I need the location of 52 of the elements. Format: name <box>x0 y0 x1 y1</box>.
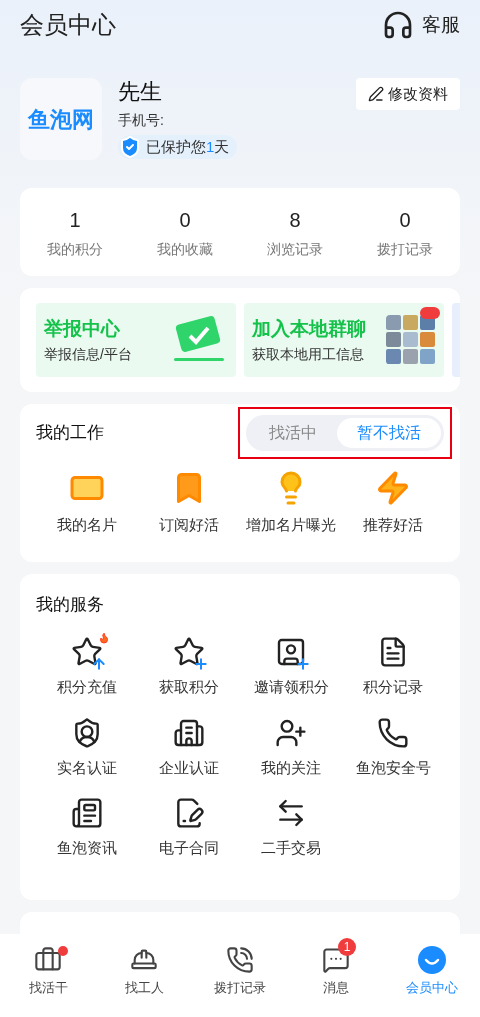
banner-title: 加入本地群聊 <box>252 317 366 342</box>
service-item[interactable]: 企业认证 <box>138 716 240 779</box>
stat-value: 0 <box>179 207 191 233</box>
tab[interactable]: 拨打记录 <box>214 946 266 998</box>
tab[interactable]: 找工人 <box>124 946 164 998</box>
phone-icon <box>226 946 254 974</box>
contact-icon <box>275 636 307 668</box>
newspaper-icon <box>71 797 103 829</box>
section-title: 我的服务 <box>36 594 104 617</box>
chat-bubble-icon <box>420 307 440 319</box>
phone-icon <box>377 716 409 749</box>
customer-service-button[interactable]: 客服 <box>382 9 460 41</box>
pen-icon <box>368 86 384 102</box>
service-item[interactable]: 二手交易 <box>240 797 342 860</box>
banner-subtitle: 举报信息/平台 <box>44 344 132 364</box>
service-item[interactable]: 鱼泡安全号 <box>342 716 444 779</box>
tab[interactable]: 会员中心 <box>406 946 458 998</box>
smile-icon <box>418 946 446 974</box>
stat-value: 1 <box>69 207 81 233</box>
service-item[interactable]: 邀请领积分 <box>240 636 342 699</box>
stat-value: 0 <box>399 207 411 233</box>
service-item[interactable]: 积分记录 <box>342 636 444 699</box>
tab[interactable]: 找活干 <box>28 946 68 998</box>
stat-value: 8 <box>289 207 301 233</box>
page-title: 会员中心 <box>20 10 116 40</box>
service-item[interactable]: 我的关注 <box>240 716 342 779</box>
banner-title: 举报中心 <box>44 317 121 342</box>
banner-subtitle: 获取本地用工信息 <box>252 344 365 364</box>
logo: 鱼泡网 <box>20 78 102 160</box>
stat-label: 我的积分 <box>47 239 103 259</box>
service-item[interactable]: 积分充值 <box>36 636 138 699</box>
unread-count: 1 <box>338 938 356 956</box>
section-title: 我的工作 <box>36 422 104 445</box>
user-name: 先生 <box>118 78 163 106</box>
service-item[interactable]: 实名认证 <box>36 716 138 779</box>
work-item[interactable]: 订阅好活 <box>138 470 240 537</box>
promo-banner[interactable]: 加入本地群聊 获取本地用工信息 <box>244 303 444 377</box>
work-item[interactable]: 增加名片曝光 <box>240 470 342 537</box>
stat-label: 我的收藏 <box>157 239 213 259</box>
service-item[interactable]: 鱼泡资讯 <box>36 797 138 860</box>
lightning-icon <box>375 470 411 506</box>
work-item[interactable]: 推荐好活 <box>342 470 444 537</box>
work-item[interactable]: 我的名片 <box>36 470 138 537</box>
stat-label: 拨打记录 <box>377 239 433 259</box>
edit-profile-button[interactable]: 修改资料 <box>356 78 460 110</box>
headset-icon <box>382 9 414 41</box>
promo-banner[interactable]: 举报中心 举报信息/平台 <box>36 303 236 377</box>
service-item[interactable]: 获取积分 <box>138 636 240 699</box>
protection-badge: 已保护您1天 <box>118 135 238 159</box>
service-item[interactable]: 电子合同 <box>138 797 240 860</box>
phone-label: 手机号: <box>118 111 165 130</box>
stat-label: 浏览记录 <box>267 239 323 259</box>
